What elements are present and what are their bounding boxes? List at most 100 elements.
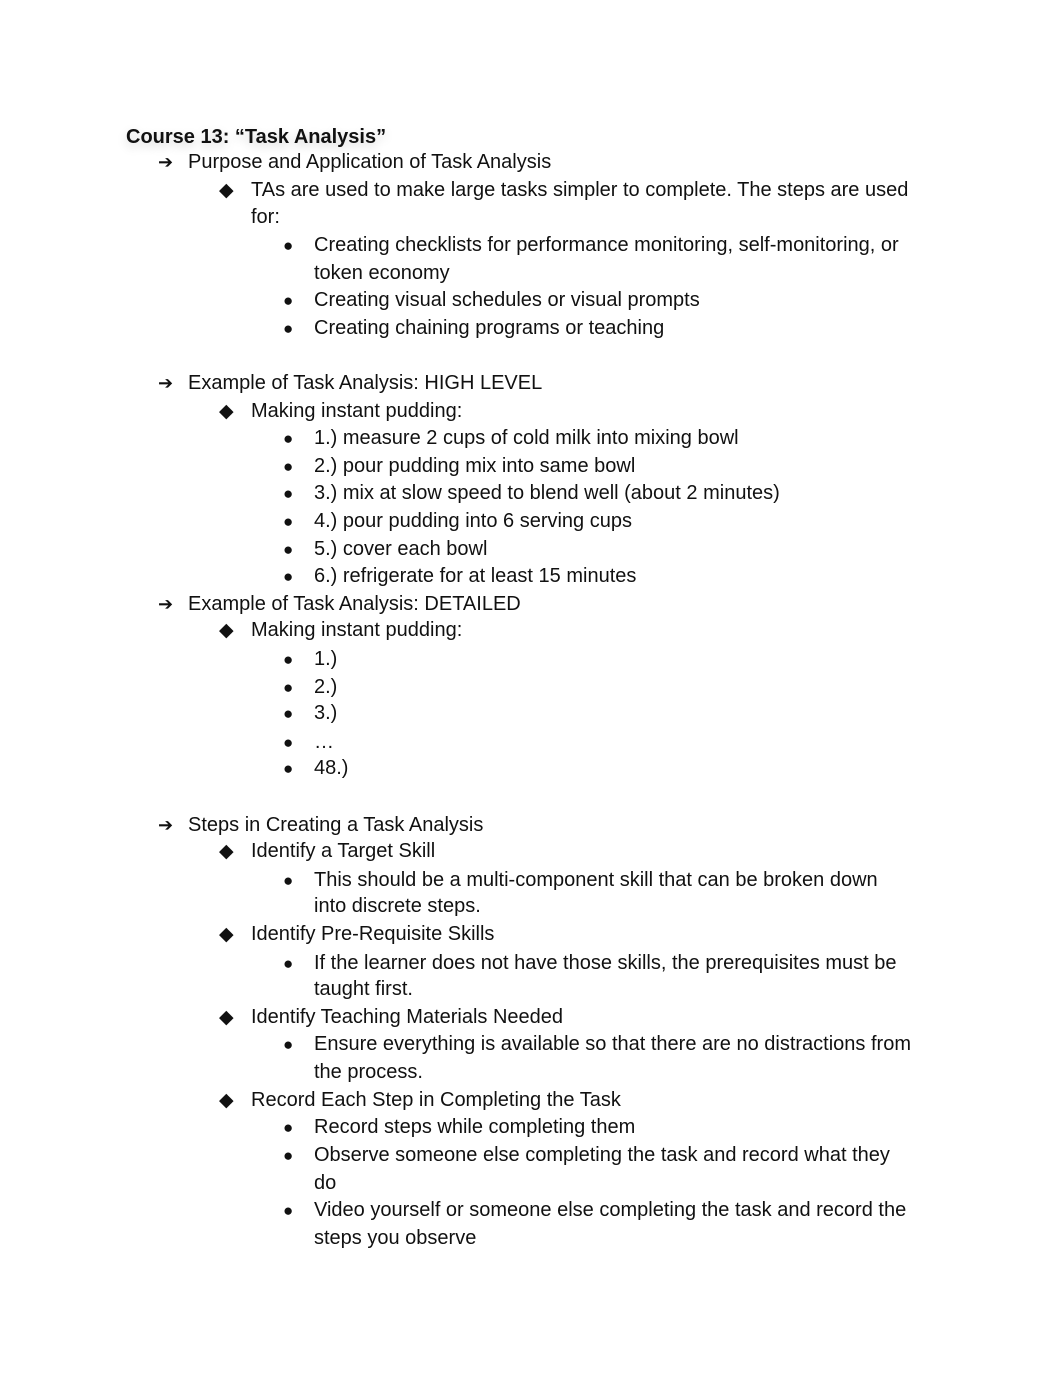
sub-list-item-text: token economy xyxy=(314,262,450,284)
sub-list-item-text: Observe someone else completing the task… xyxy=(314,1144,890,1166)
sub-list-item-text: Creating chaining programs or teaching xyxy=(314,317,665,339)
sub-list-item-text: 1.) xyxy=(314,648,338,670)
sub-list-item-continuation: steps you observe xyxy=(314,1225,476,1252)
list-item: ◆ Identify Teaching Materials Needed xyxy=(219,1004,564,1031)
sub-list-item: ● 6.) refrigerate for at least 15 minute… xyxy=(283,563,637,590)
list-item: ◆ Identify Pre-Requisite Skills xyxy=(219,921,495,948)
list-item: ◆ Record Each Step in Completing the Tas… xyxy=(219,1087,621,1114)
dot-bullet-icon: ● xyxy=(283,1118,294,1137)
sub-list-item: ● 1.) measure 2 cups of cold milk into m… xyxy=(283,425,739,452)
sub-list-item-text: steps you observe xyxy=(314,1227,477,1249)
sub-list-item-text: Ensure everything is available so that t… xyxy=(314,1033,911,1055)
sub-list-item-text: Creating visual schedules or visual prom… xyxy=(314,289,700,311)
section-heading-text: Example of Task Analysis: HIGH LEVEL xyxy=(188,372,543,394)
arrow-bullet-icon: ➔ xyxy=(158,373,174,393)
section-heading-text: Example of Task Analysis: DETAILED xyxy=(188,593,521,615)
sub-list-item-text: 6.) refrigerate for at least 15 minutes xyxy=(314,565,637,587)
sub-list-item-continuation: the process. xyxy=(314,1059,423,1086)
list-item-text: Making instant pudding: xyxy=(251,400,463,422)
sub-list-item-text: Record steps while completing them xyxy=(314,1116,636,1138)
diamond-bullet-icon: ◆ xyxy=(219,924,234,945)
dot-bullet-icon: ● xyxy=(283,733,294,752)
dot-bullet-icon: ● xyxy=(283,704,294,723)
sub-list-item-text: taught first. xyxy=(314,978,413,1000)
dot-bullet-icon: ● xyxy=(283,650,294,669)
section-heading-text: Purpose and Application of Task Analysis xyxy=(188,151,552,173)
diamond-bullet-icon: ◆ xyxy=(219,1007,234,1028)
section-heading: ➔ Purpose and Application of Task Analys… xyxy=(158,149,552,176)
list-item-text: Identify a Target Skill xyxy=(251,840,436,862)
sub-list-item-text: the process. xyxy=(314,1061,423,1083)
dot-bullet-icon: ● xyxy=(283,540,294,559)
sub-list-item-text: into discrete steps. xyxy=(314,895,481,917)
sub-list-item-text: 5.) cover each bowl xyxy=(314,538,488,560)
sub-list-item-text: Video yourself or someone else completin… xyxy=(314,1199,907,1221)
sub-list-item: ● Creating checklists for performance mo… xyxy=(283,232,899,259)
sub-list-item: ● 5.) cover each bowl xyxy=(283,536,488,563)
sub-list-item: ● 48.) xyxy=(283,755,349,782)
sub-list-item: ● 2.) xyxy=(283,674,338,701)
dot-bullet-icon: ● xyxy=(283,319,294,338)
sub-list-item-text: 2.) pour pudding mix into same bowl xyxy=(314,455,636,477)
dot-bullet-icon: ● xyxy=(283,759,294,778)
list-item: ◆ Making instant pudding: xyxy=(219,398,463,425)
sub-list-item: ● Ensure everything is available so that… xyxy=(283,1031,911,1058)
sub-list-item: ● Video yourself or someone else complet… xyxy=(283,1197,907,1224)
sub-list-item-continuation: token economy xyxy=(314,260,450,287)
dot-bullet-icon: ● xyxy=(283,236,294,255)
dot-bullet-icon: ● xyxy=(283,954,294,973)
diamond-bullet-icon: ◆ xyxy=(219,841,234,862)
sub-list-item-text: … xyxy=(314,731,334,753)
list-item-text: for: xyxy=(251,206,280,228)
sub-list-item: ● 4.) pour pudding into 6 serving cups xyxy=(283,508,632,535)
sub-list-item: ● 1.) xyxy=(283,646,338,673)
dot-bullet-icon: ● xyxy=(283,1201,294,1220)
dot-bullet-icon: ● xyxy=(283,1035,294,1054)
list-item-text: Identify Teaching Materials Needed xyxy=(251,1006,564,1028)
dot-bullet-icon: ● xyxy=(283,484,294,503)
list-item-text: Identify Pre-Requisite Skills xyxy=(251,923,495,945)
sub-list-item: ● Creating chaining programs or teaching xyxy=(283,315,665,342)
sub-list-item: ● 3.) mix at slow speed to blend well (a… xyxy=(283,480,780,507)
list-item-text: Record Each Step in Completing the Task xyxy=(251,1089,621,1111)
dot-bullet-icon: ● xyxy=(283,678,294,697)
arrow-bullet-icon: ➔ xyxy=(158,594,174,614)
sub-list-item-text: 3.) mix at slow speed to blend well (abo… xyxy=(314,482,780,504)
sub-list-item-text: 48.) xyxy=(314,757,349,779)
sub-list-item-text: This should be a multi-component skill t… xyxy=(314,869,878,891)
list-item: ◆ TAs are used to make large tasks simpl… xyxy=(219,177,908,204)
arrow-bullet-icon: ➔ xyxy=(158,152,174,172)
sub-list-item-text: do xyxy=(314,1172,337,1194)
sub-list-item: ● 2.) pour pudding mix into same bowl xyxy=(283,453,636,480)
dot-bullet-icon: ● xyxy=(283,429,294,448)
sub-list-item-continuation: do xyxy=(314,1170,336,1197)
document-page: Course 13: “Task Analysis” ➔ Purpose and… xyxy=(0,0,1062,1377)
diamond-bullet-icon: ◆ xyxy=(219,180,234,201)
sub-list-item: ● If the learner does not have those ski… xyxy=(283,950,897,977)
sub-list-item-text: If the learner does not have those skill… xyxy=(314,952,897,974)
sub-list-item: ● This should be a multi-component skill… xyxy=(283,867,878,894)
section-heading: ➔ Example of Task Analysis: HIGH LEVEL xyxy=(158,370,543,397)
list-item-continuation: for: xyxy=(251,204,280,231)
sub-list-item-text: 1.) measure 2 cups of cold milk into mix… xyxy=(314,427,739,449)
dot-bullet-icon: ● xyxy=(283,871,294,890)
sub-list-item: ● 3.) xyxy=(283,700,337,727)
sub-list-item-text: 4.) pour pudding into 6 serving cups xyxy=(314,510,632,532)
arrow-bullet-icon: ➔ xyxy=(158,815,174,835)
list-item-text: Making instant pudding: xyxy=(251,619,463,641)
document-title: Course 13: “Task Analysis” xyxy=(126,126,387,148)
sub-list-item-text: Creating checklists for performance moni… xyxy=(314,234,899,256)
sub-list-item-continuation: taught first. xyxy=(314,976,413,1003)
dot-bullet-icon: ● xyxy=(283,291,294,310)
sub-list-item-text: 2.) xyxy=(314,676,338,698)
diamond-bullet-icon: ◆ xyxy=(219,401,234,422)
sub-list-item: ● … xyxy=(283,729,334,756)
sub-list-item: ● Observe someone else completing the ta… xyxy=(283,1142,890,1169)
dot-bullet-icon: ● xyxy=(283,1146,294,1165)
sub-list-item-continuation: into discrete steps. xyxy=(314,893,481,920)
section-heading: ➔ Example of Task Analysis: DETAILED xyxy=(158,591,521,618)
section-heading: ➔ Steps in Creating a Task Analysis xyxy=(158,812,483,839)
list-item: ◆ Making instant pudding: xyxy=(219,617,463,644)
dot-bullet-icon: ● xyxy=(283,567,294,586)
diamond-bullet-icon: ◆ xyxy=(219,1090,234,1111)
